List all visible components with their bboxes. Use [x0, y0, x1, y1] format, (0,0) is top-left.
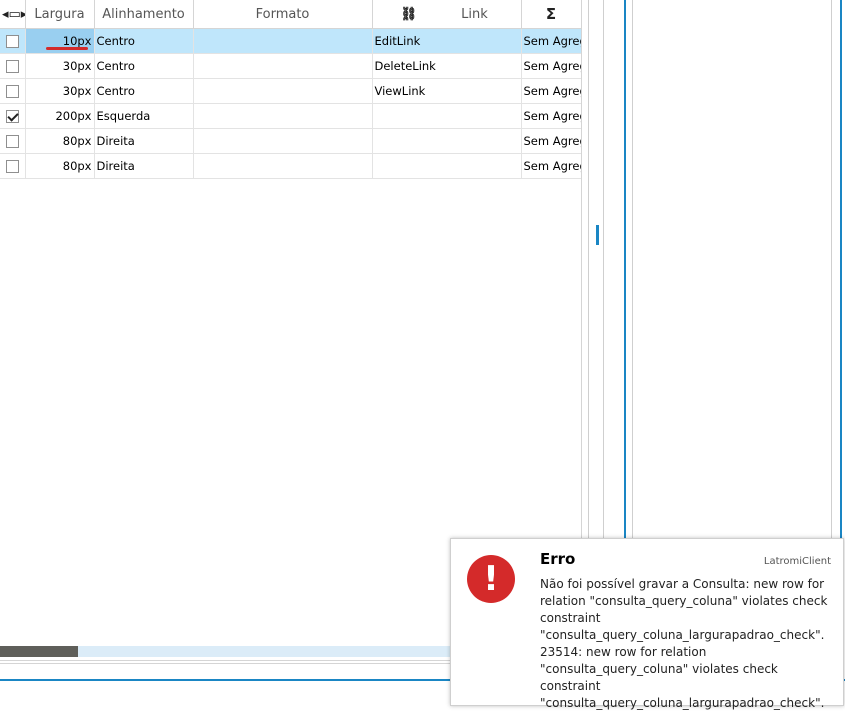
cell-largura[interactable]: 10px — [25, 28, 95, 54]
toast-title: Erro — [540, 550, 576, 568]
row-checkbox-cell[interactable] — [0, 78, 26, 104]
row-checkbox-cell[interactable] — [0, 153, 26, 179]
row-checkbox-cell[interactable] — [0, 128, 26, 154]
cell-largura[interactable]: 200px — [25, 103, 95, 129]
header-row: ◂▭▸ Largura Alinhamento Formato ⛓ Link Σ — [0, 0, 581, 29]
cell-alinhamento[interactable]: Centro — [94, 28, 194, 54]
row-checkbox[interactable] — [5, 110, 19, 123]
header-link[interactable]: ⛓ Link — [372, 0, 522, 29]
cell-alinhamento[interactable]: Direita — [94, 128, 194, 154]
cell-agregacao[interactable]: Sem Agreg — [521, 78, 581, 104]
cell-largura-value: 80px — [62, 159, 92, 173]
cell-formato[interactable] — [193, 28, 373, 54]
cell-agregacao[interactable]: Sem Agreg — [521, 28, 581, 54]
cell-largura-value: 30px — [62, 84, 92, 98]
row-checkbox[interactable] — [5, 135, 19, 148]
cell-link[interactable]: DeleteLink — [372, 53, 522, 79]
cell-link[interactable]: ViewLink — [372, 78, 522, 104]
row-checkbox-cell[interactable] — [0, 53, 26, 79]
splitter-grip[interactable] — [596, 225, 599, 245]
table-row[interactable]: 10px Centro EditLink Sem Agreg — [0, 28, 581, 54]
header-largura[interactable]: Largura — [25, 0, 95, 29]
cell-largura[interactable]: 30px — [25, 78, 95, 104]
cell-link[interactable]: EditLink — [372, 28, 522, 54]
cell-link[interactable] — [372, 153, 522, 179]
cell-agregacao[interactable]: Sem Agreg — [521, 153, 581, 179]
cell-largura[interactable]: 80px — [25, 128, 95, 154]
toast-app-name: LatromiClient — [763, 556, 831, 567]
cell-link[interactable] — [372, 128, 522, 154]
header-agregacao[interactable]: Σ — [521, 0, 581, 29]
sigma-icon: Σ — [545, 5, 557, 23]
row-checkbox-cell[interactable] — [0, 28, 26, 54]
cell-largura-value: 80px — [62, 134, 92, 148]
table-row[interactable]: 80px Direita Sem Agreg — [0, 128, 581, 154]
cell-link[interactable] — [372, 103, 522, 129]
cell-agregacao[interactable]: Sem Agreg — [521, 103, 581, 129]
cell-formato[interactable] — [193, 78, 373, 104]
row-checkbox-cell[interactable] — [0, 103, 26, 129]
cell-formato[interactable] — [193, 128, 373, 154]
cell-formato[interactable] — [193, 103, 373, 129]
cell-alinhamento[interactable]: Centro — [94, 78, 194, 104]
toast-message: Não foi possível gravar a Consulta: new … — [540, 577, 828, 710]
header-link-label: Link — [461, 6, 488, 22]
cell-alinhamento[interactable]: Centro — [94, 53, 194, 79]
row-checkbox[interactable] — [5, 60, 19, 73]
row-checkbox[interactable] — [5, 35, 19, 48]
link-chain-icon: ⛓ — [400, 6, 418, 22]
table-row[interactable]: 30px Centro DeleteLink Sem Agreg — [0, 53, 581, 79]
row-checkbox[interactable] — [5, 85, 19, 98]
cell-alinhamento[interactable]: Direita — [94, 153, 194, 179]
resize-arrows-icon: ◂▭▸ — [2, 6, 25, 22]
cell-formato[interactable] — [193, 53, 373, 79]
error-toast[interactable]: ! Erro LatromiClient Não foi possível gr… — [450, 538, 844, 710]
table-row[interactable]: 80px Direita Sem Agreg — [0, 153, 581, 179]
validation-underline — [45, 47, 88, 50]
table-row[interactable]: 30px Centro ViewLink Sem Agreg — [0, 78, 581, 104]
cell-largura-value: 200px — [55, 109, 92, 123]
header-formato[interactable]: Formato — [193, 0, 373, 29]
cell-agregacao[interactable]: Sem Agreg — [521, 53, 581, 79]
cell-largura[interactable]: 30px — [25, 53, 95, 79]
cell-agregacao[interactable]: Sem Agreg — [521, 128, 581, 154]
cell-largura-value: 30px — [62, 59, 92, 73]
error-icon: ! — [467, 555, 515, 603]
columns-table: ◂▭▸ Largura Alinhamento Formato ⛓ Link Σ… — [0, 0, 581, 179]
horizontal-scrollbar-thumb[interactable] — [0, 646, 78, 657]
header-alinhamento[interactable]: Alinhamento — [94, 0, 194, 29]
row-checkbox[interactable] — [5, 160, 19, 173]
cell-alinhamento[interactable]: Esquerda — [94, 103, 194, 129]
table-row[interactable]: 200px Esquerda Sem Agreg — [0, 103, 581, 129]
cell-formato[interactable] — [193, 153, 373, 179]
cell-largura-value: 10px — [62, 34, 92, 48]
header-resize[interactable]: ◂▭▸ — [0, 0, 26, 29]
cell-largura[interactable]: 80px — [25, 153, 95, 179]
